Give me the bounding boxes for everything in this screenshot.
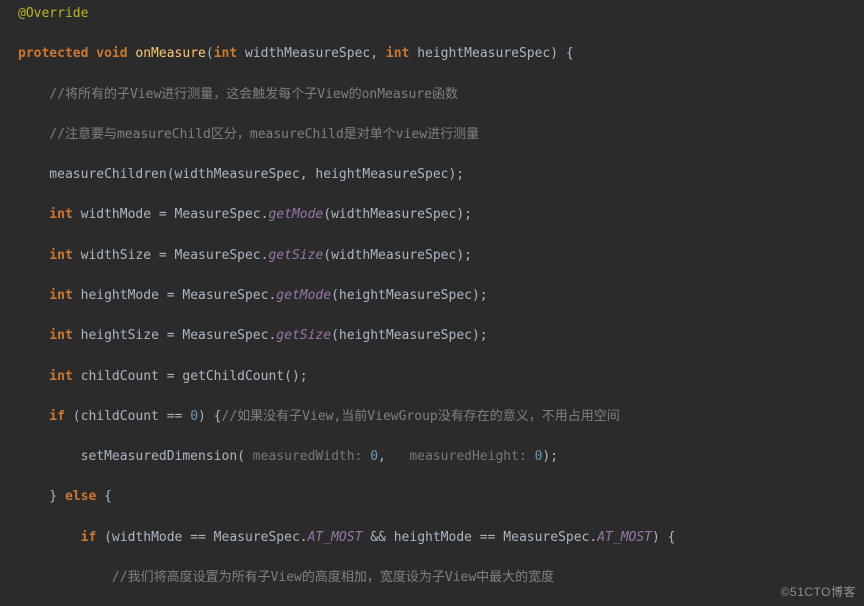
watermark: ©51CTO博客: [781, 583, 856, 602]
const-at-most: AT_MOST: [308, 530, 363, 545]
code-editor: @Override protected void onMeasure(int w…: [0, 0, 864, 606]
param-hint: measuredHeight:: [402, 449, 535, 464]
annotation-override: @Override: [18, 6, 88, 21]
call-measurechildren: measureChildren(widthMeasureSpec, height…: [0, 165, 864, 185]
kw-protected-void: protected void: [18, 46, 135, 61]
comment-line: //将所有的子View进行测量，这会触发每个子View的onMeasure函数: [0, 85, 864, 105]
method-onmeasure: onMeasure: [135, 46, 205, 61]
code-block: @Override protected void onMeasure(int w…: [0, 4, 864, 606]
comment-line: //注意要与measureChild区分，measureChild是对单个vie…: [0, 125, 864, 145]
const-at-most: AT_MOST: [597, 530, 652, 545]
comment-line: //我们将高度设置为所有子View的高度相加，宽度设为子View中最大的宽度: [0, 568, 864, 588]
param-hint: measuredWidth:: [245, 449, 370, 464]
